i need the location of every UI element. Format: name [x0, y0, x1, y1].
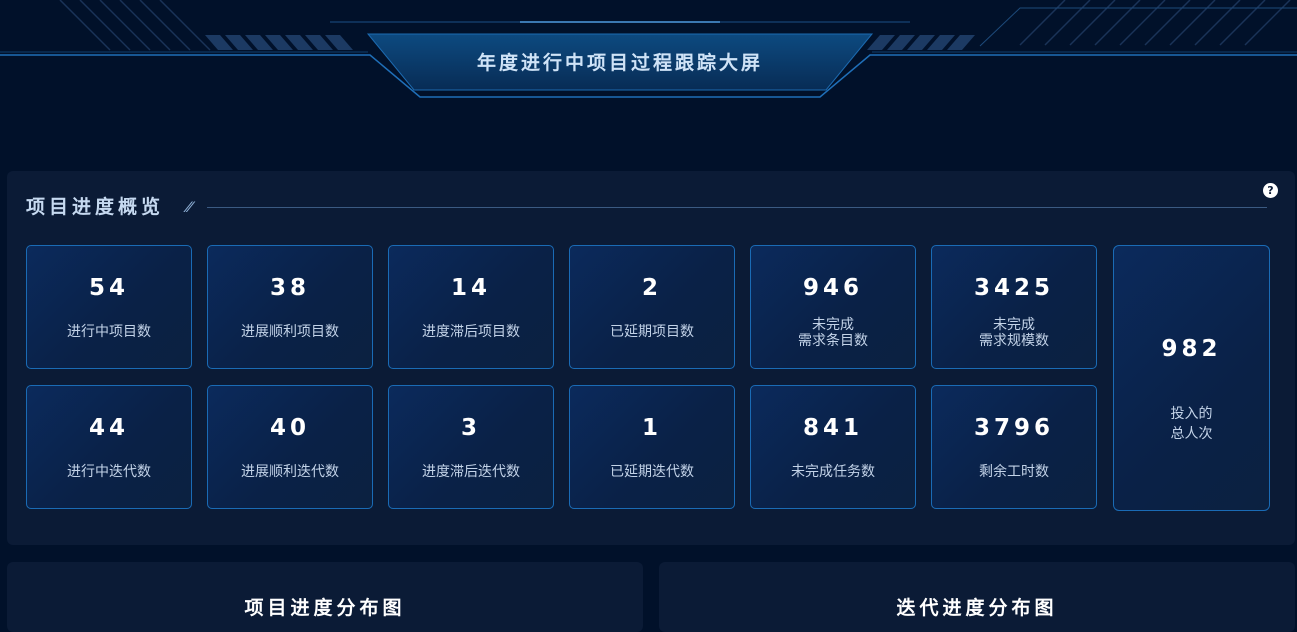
stat-label: 进度滞后项目数	[422, 324, 520, 340]
stat-value: 1	[641, 415, 662, 441]
stat-card-behind-projects[interactable]: 14 进度滞后项目数	[388, 245, 554, 369]
stat-card-delayed-projects[interactable]: 2 已延期项目数	[569, 245, 735, 369]
stat-value: 982	[1161, 336, 1222, 362]
screen-title: 年度进行中项目过程跟踪大屏	[476, 52, 763, 74]
stat-label: 未完成任务数	[791, 464, 875, 480]
stat-card-open-requirement-size[interactable]: 3425 未完成 需求规模数	[931, 245, 1097, 369]
title-divider	[207, 207, 1267, 208]
stat-label-line1: 投入的	[1170, 406, 1213, 422]
stat-card-delayed-iterations[interactable]: 1 已延期迭代数	[569, 385, 735, 509]
stat-label-line2: 总人次	[1170, 426, 1213, 442]
panel-title: 项目进度概览	[26, 196, 165, 218]
stat-value: 44	[88, 415, 129, 441]
help-icon[interactable]: ?	[1263, 183, 1278, 198]
stat-value: 946	[802, 275, 863, 301]
stat-label: 进行中项目数	[67, 324, 151, 340]
stat-label: 已延期迭代数	[610, 464, 694, 480]
stat-value: 841	[802, 415, 863, 441]
stat-label-line2: 需求条目数	[798, 333, 868, 349]
stat-label: 未完成 需求条目数	[751, 317, 915, 349]
project-progress-overview-panel: 项目进度概览 ⁄⁄ ? 54 进行中项目数 38 进展顺利项目数 14 进度滞后…	[7, 171, 1295, 545]
project-progress-distribution-panel: 项目进度分布图	[7, 562, 643, 632]
stat-label: 投入的 总人次	[1114, 404, 1269, 444]
title-decoration-icon: ⁄⁄	[187, 200, 192, 216]
stat-card-remaining-hours[interactable]: 3796 剩余工时数	[931, 385, 1097, 509]
stat-label-line2: 需求规模数	[979, 333, 1049, 349]
stat-label: 进度滞后迭代数	[422, 464, 520, 480]
stat-label: 未完成 需求规模数	[932, 317, 1096, 349]
screen-header: 年度进行中项目过程跟踪大屏	[0, 0, 1297, 110]
stat-card-open-tasks[interactable]: 841 未完成任务数	[750, 385, 916, 509]
stat-value: 38	[269, 275, 310, 301]
stat-card-active-iterations[interactable]: 44 进行中迭代数	[26, 385, 192, 509]
stat-label: 进展顺利迭代数	[241, 464, 339, 480]
stat-card-total-headcount[interactable]: 982 投入的 总人次	[1113, 245, 1270, 511]
stat-label: 进展顺利项目数	[241, 324, 339, 340]
chart-title: 项目进度分布图	[244, 597, 406, 619]
stat-card-on-track-iterations[interactable]: 40 进展顺利迭代数	[207, 385, 373, 509]
stat-label: 剩余工时数	[979, 464, 1049, 480]
stat-value: 3	[460, 415, 481, 441]
stat-label: 已延期项目数	[610, 324, 694, 340]
stat-card-active-projects[interactable]: 54 进行中项目数	[26, 245, 192, 369]
stat-label-line1: 未完成	[993, 317, 1035, 333]
stat-card-open-requirement-items[interactable]: 946 未完成 需求条目数	[750, 245, 916, 369]
stat-card-behind-iterations[interactable]: 3 进度滞后迭代数	[388, 385, 554, 509]
stat-value: 3425	[973, 275, 1054, 301]
stat-label: 进行中迭代数	[67, 464, 151, 480]
chart-title: 迭代进度分布图	[896, 597, 1058, 619]
stat-card-on-track-projects[interactable]: 38 进展顺利项目数	[207, 245, 373, 369]
stat-value: 40	[269, 415, 310, 441]
stat-value: 3796	[973, 415, 1054, 441]
stat-label-line1: 未完成	[812, 317, 854, 333]
stat-value: 54	[88, 275, 129, 301]
stat-value: 2	[641, 275, 662, 301]
stat-value: 14	[450, 275, 491, 301]
iteration-progress-distribution-panel: 迭代进度分布图	[659, 562, 1295, 632]
